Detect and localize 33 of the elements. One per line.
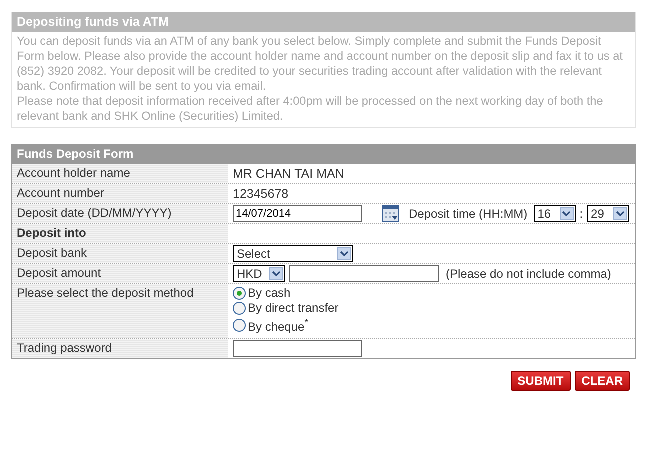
field-label: Deposit amount [17, 266, 102, 280]
field-label: Account holder name [17, 166, 130, 180]
time-separator: : [580, 206, 584, 220]
field-label: Deposit date (DD/MM/YYYY) [17, 206, 172, 220]
field-label: Please select the deposit method [17, 286, 194, 300]
field-value: MR CHAN TAI MAN [233, 166, 344, 180]
field-value: 12345678 [233, 186, 289, 200]
notice-title: Depositing funds via ATM [12, 12, 635, 32]
radio-label: By direct transfer [248, 301, 339, 316]
field-label: Trading password [17, 341, 112, 355]
password-field[interactable] [233, 340, 362, 357]
amount-note: (Please do not include comma) [446, 266, 612, 280]
date-field[interactable]: 14/07/2014 [233, 205, 362, 222]
field-label: Deposit bank [17, 246, 88, 260]
currency-select[interactable]: HKD [233, 265, 285, 282]
bank-select[interactable]: Select [233, 245, 353, 262]
radio-label: By cash [248, 286, 291, 301]
notice-text: Please note that deposit information received after 4:00pm will be processed on the next working day of both the relevant bank and SHK Online (Securities) Limited. [17, 94, 604, 124]
minute-select[interactable]: 29 [587, 205, 630, 222]
form-title: Funds Deposit Form [12, 144, 635, 164]
notice-text: You can deposit funds via an ATM of any bank you select below. Simply complete and submit the Funds Deposit Form below. Please also provide the account holder name and account number on the deposit slip and fax it to us at (852) 3920 2082. Your deposit will be credited to your securities trading account after validation with the relevant bank. Confirmation will be sent to you via email. [17, 34, 624, 94]
hour-select[interactable]: 16 [534, 205, 576, 222]
calendar-icon[interactable] [382, 205, 399, 222]
field-label: Deposit time (HH:MM) [409, 206, 528, 220]
section-heading: Deposit into [17, 226, 86, 240]
clear-button[interactable]: CLEAR [574, 371, 630, 391]
radio-button[interactable] [233, 302, 246, 315]
radio-button[interactable] [233, 287, 246, 300]
radio-button[interactable] [233, 319, 246, 332]
radio-label: By cheque$^{*}$ [248, 317, 309, 335]
amount-field[interactable] [289, 265, 439, 282]
field-label: Account number [17, 186, 104, 200]
submit-button[interactable]: SUBMIT [510, 371, 571, 391]
